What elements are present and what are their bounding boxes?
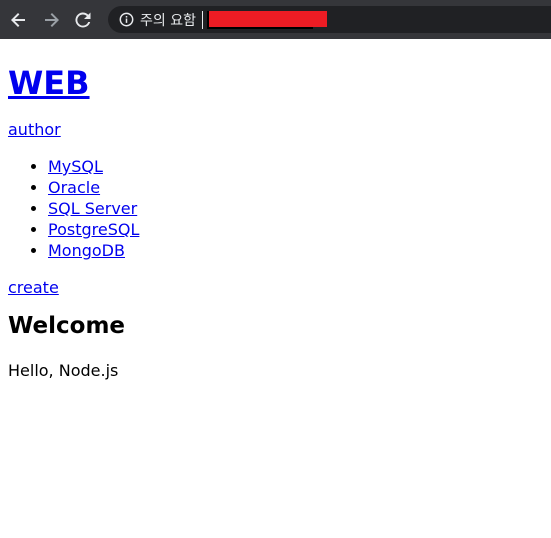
create-link[interactable]: create [8, 277, 543, 298]
list-item: SQL Server [48, 198, 543, 219]
forward-button[interactable] [38, 7, 64, 33]
database-list: MySQL Oracle SQL Server PostgreSQL Mongo… [8, 156, 543, 261]
list-item: Oracle [48, 177, 543, 198]
back-button[interactable] [6, 7, 32, 33]
title-link[interactable]: WEB [8, 64, 90, 102]
back-arrow-icon [11, 12, 25, 27]
db-link-mysql[interactable]: MySQL [48, 157, 103, 176]
address-bar[interactable]: 주의 요함 [108, 6, 551, 33]
security-status-label[interactable]: 주의 요함 [140, 10, 196, 30]
author-link[interactable]: author [8, 119, 543, 140]
list-item: MySQL [48, 156, 543, 177]
browser-toolbar: 주의 요함 [0, 0, 551, 39]
redacted-url [206, 10, 327, 29]
forward-arrow-icon [45, 12, 59, 27]
page-content: WEB author MySQL Oracle SQL Server Postg… [0, 39, 551, 381]
db-link-sql-server[interactable]: SQL Server [48, 199, 137, 218]
reload-button[interactable] [70, 7, 96, 33]
redaction-bar [208, 10, 327, 27]
db-link-oracle[interactable]: Oracle [48, 178, 100, 197]
db-link-mongodb[interactable]: MongoDB [48, 241, 125, 260]
info-icon[interactable] [118, 12, 134, 28]
list-item: MongoDB [48, 240, 543, 261]
page-title: WEB [8, 65, 543, 102]
reload-icon [75, 11, 91, 27]
db-link-postgresql[interactable]: PostgreSQL [48, 220, 139, 239]
body-text: Hello, Node.js [8, 361, 119, 380]
address-divider [201, 10, 203, 29]
section-heading: Welcome [8, 313, 126, 339]
list-item: PostgreSQL [48, 219, 543, 240]
